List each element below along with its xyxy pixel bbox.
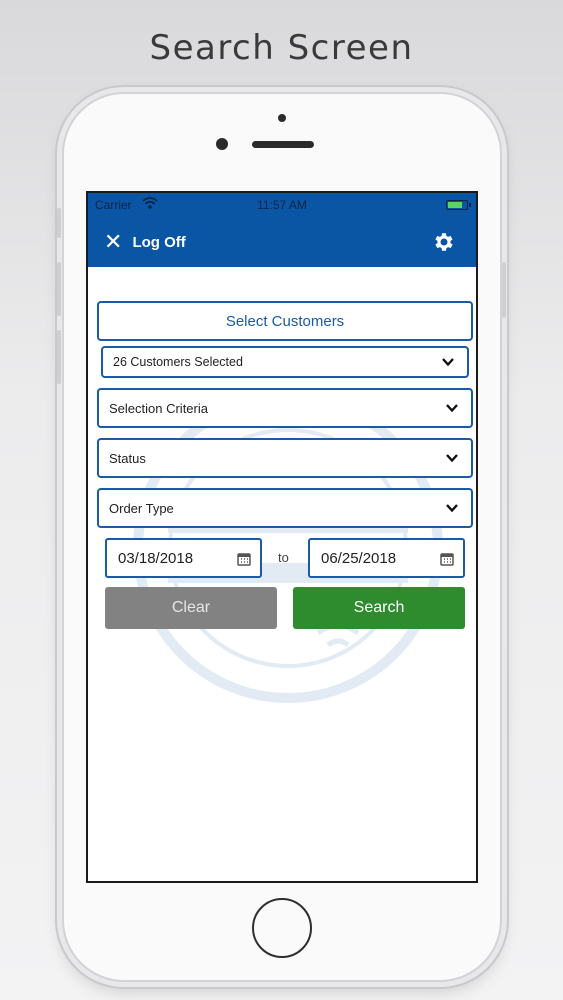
customers-dropdown[interactable]: 26 Customers Selected [101, 346, 469, 378]
logoff-button[interactable]: ✕ Log Off [104, 229, 186, 255]
chevron-down-icon [446, 504, 458, 513]
date-to-value: 06/25/2018 [321, 549, 397, 567]
calendar-icon[interactable] [237, 552, 251, 566]
logoff-label: Log Off [132, 233, 186, 251]
status-label: Status [109, 450, 146, 466]
phone-volume-up [57, 262, 61, 316]
date-from-input[interactable]: 03/18/2018 [105, 538, 262, 578]
gear-icon[interactable] [432, 230, 456, 254]
earpiece-speaker [252, 141, 314, 148]
status-time: 11:57 AM [257, 198, 307, 212]
chevron-down-icon [442, 358, 454, 367]
date-from-value: 03/18/2018 [118, 549, 194, 567]
select-customers-button[interactable]: Select Customers [97, 301, 473, 341]
selection-criteria-dropdown[interactable]: Selection Criteria [97, 388, 473, 428]
phone-power-button [502, 262, 506, 318]
proximity-sensor [278, 114, 286, 122]
order-type-label: Order Type [109, 500, 174, 516]
chevron-down-icon [446, 404, 458, 413]
app-screen: Carrier 11:57 AM ✕ Log Off Select Custom… [86, 191, 478, 883]
calendar-icon[interactable] [440, 552, 454, 566]
status-dropdown[interactable]: Status [97, 438, 473, 478]
selection-criteria-label: Selection Criteria [109, 400, 208, 416]
status-bar: Carrier 11:57 AM [88, 193, 476, 217]
close-icon: ✕ [104, 229, 123, 254]
date-range-to-label: to [278, 550, 289, 565]
home-button[interactable] [252, 898, 312, 958]
front-camera [216, 138, 228, 150]
clear-button[interactable]: Clear [105, 587, 277, 629]
nav-bar: ✕ Log Off [88, 217, 476, 267]
order-type-dropdown[interactable]: Order Type [97, 488, 473, 528]
chevron-down-icon [446, 454, 458, 463]
phone-volume-down [57, 330, 61, 384]
battery-icon [446, 200, 471, 210]
date-to-input[interactable]: 06/25/2018 [308, 538, 465, 578]
customers-selected-value: 26 Customers Selected [113, 355, 243, 369]
search-button[interactable]: Search [293, 587, 465, 629]
phone-mute-switch [57, 208, 61, 238]
page-headline: Search Screen [149, 28, 414, 68]
